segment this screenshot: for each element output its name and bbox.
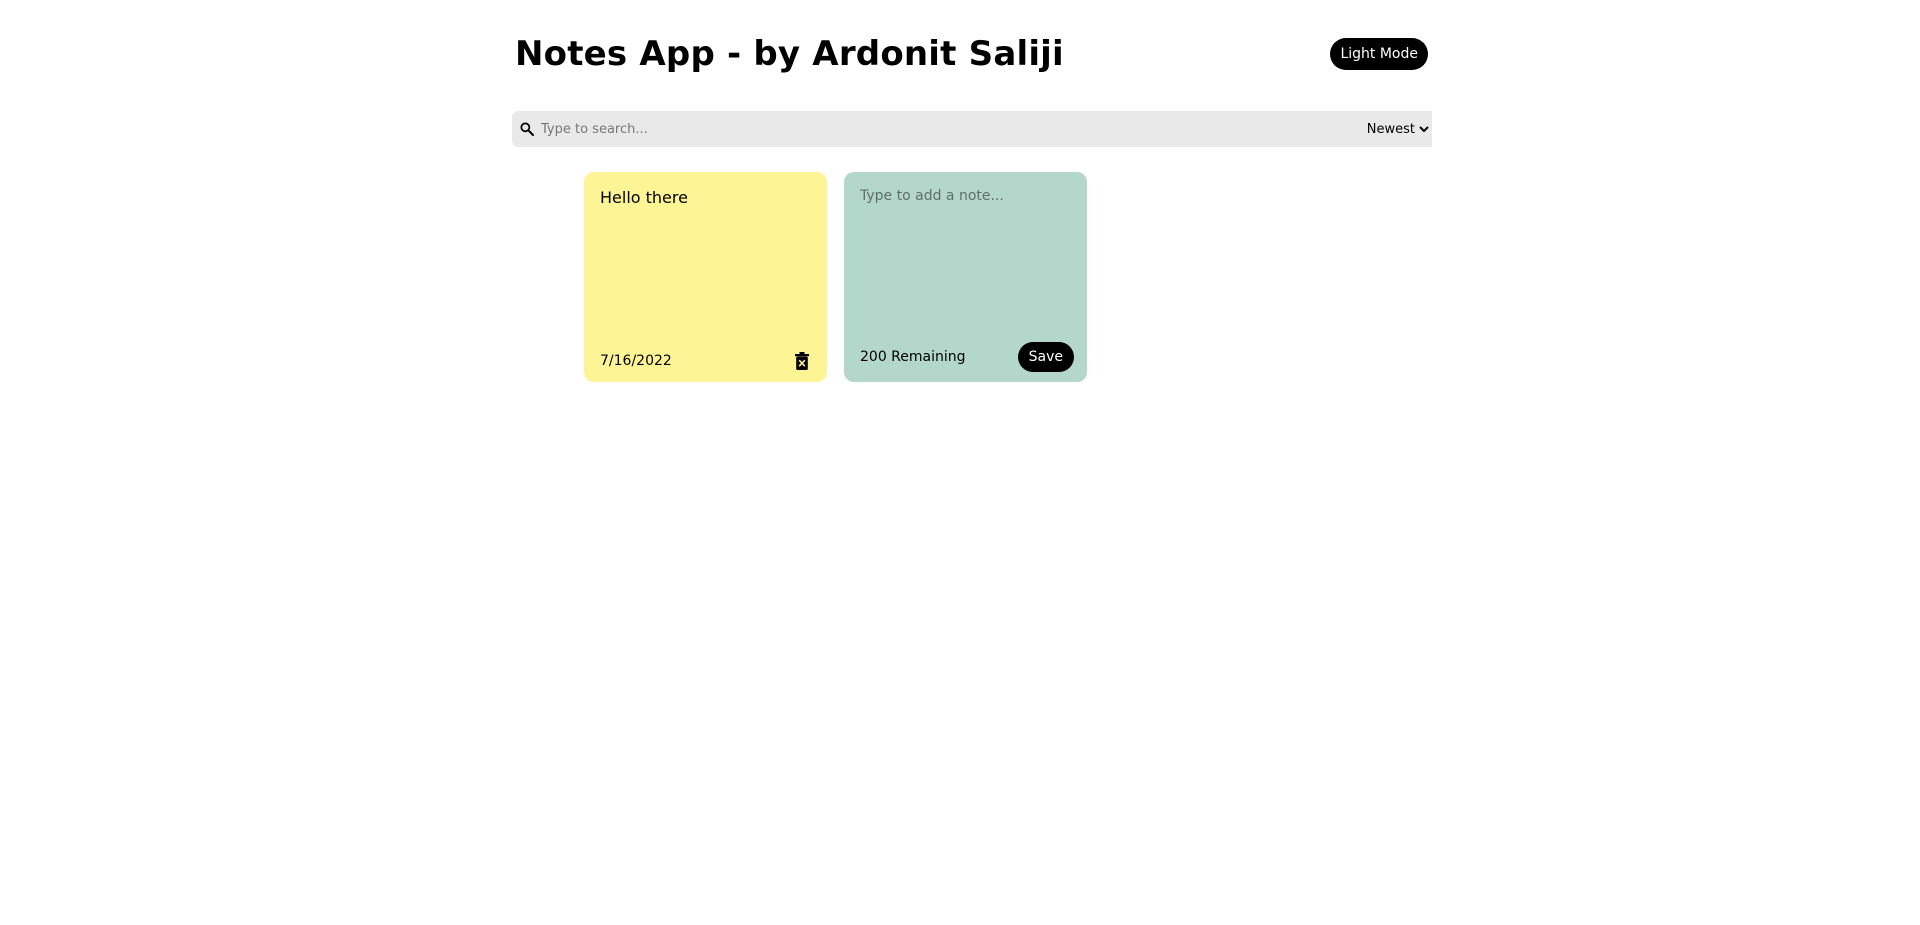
sort-select[interactable]: Newest — [1367, 122, 1429, 137]
notes-list: Hello there 7/16/2022 200 Remaining Save — [584, 172, 1432, 382]
search-bar: Newest — [512, 111, 1432, 147]
chevron-down-icon — [1419, 126, 1429, 133]
note-footer: 7/16/2022 — [600, 352, 811, 370]
remaining-count: 200 Remaining — [860, 349, 966, 365]
add-note-card: 200 Remaining Save — [844, 172, 1087, 382]
add-note-textarea[interactable] — [860, 188, 1074, 308]
page-title: Notes App - by Ardonit Saliji — [515, 34, 1064, 74]
note-date: 7/16/2022 — [600, 353, 672, 369]
trash-icon[interactable] — [795, 352, 809, 370]
save-button[interactable]: Save — [1017, 342, 1074, 372]
header: Notes App - by Ardonit Saliji Light Mode — [515, 34, 1430, 74]
toggle-mode-button[interactable]: Light Mode — [1330, 38, 1428, 70]
app-container: Notes App - by Ardonit Saliji Light Mode… — [512, 0, 1432, 382]
search-icon — [520, 122, 534, 136]
note-card: Hello there 7/16/2022 — [584, 172, 827, 382]
add-note-footer: 200 Remaining Save — [860, 342, 1074, 372]
sort-selected-value: Newest — [1366, 121, 1415, 137]
note-text: Hello there — [600, 188, 688, 207]
search-input[interactable] — [537, 121, 1367, 137]
